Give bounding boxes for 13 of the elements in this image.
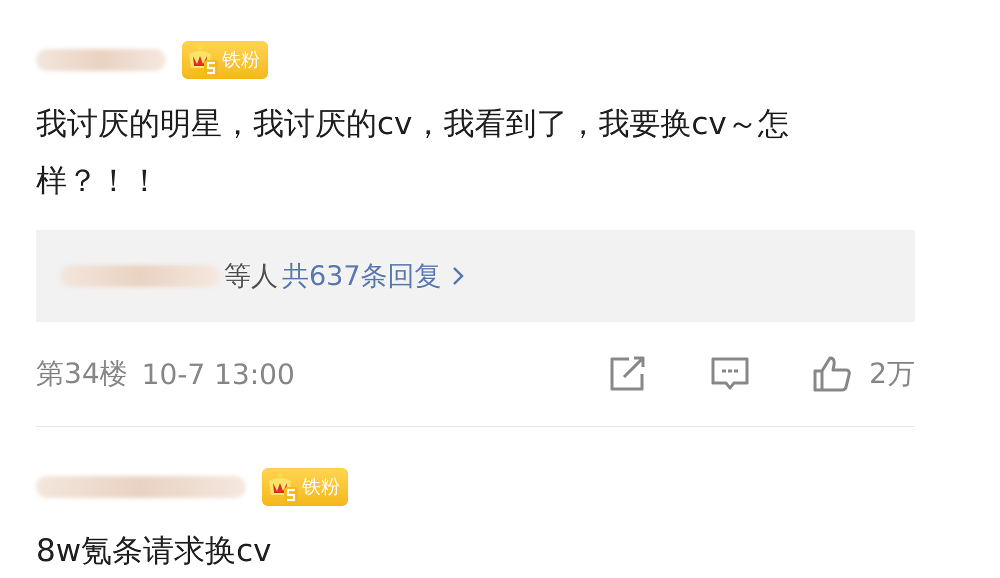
replies-others-text: 等人 [224,260,278,294]
crown-level-icon [186,44,220,76]
floor-number: 第34楼 [36,356,128,392]
comment-time: 10-7 13:00 [142,358,295,390]
view-replies-link[interactable]: 共637条回复 [282,258,464,294]
comment-text: 我讨厌的明星，我讨厌的cv，我看到了，我要换cv～怎样？！！ [36,105,790,201]
fan-badge: 铁粉 [182,41,268,79]
crown-level-icon [266,471,300,503]
thumbs-up-icon[interactable] [811,354,854,394]
fan-badge: 铁粉 [262,468,348,506]
like-count: 2万 [869,356,915,392]
chevron-right-icon [452,266,464,286]
comment-text: 8w氪条请求换cv [36,532,272,571]
